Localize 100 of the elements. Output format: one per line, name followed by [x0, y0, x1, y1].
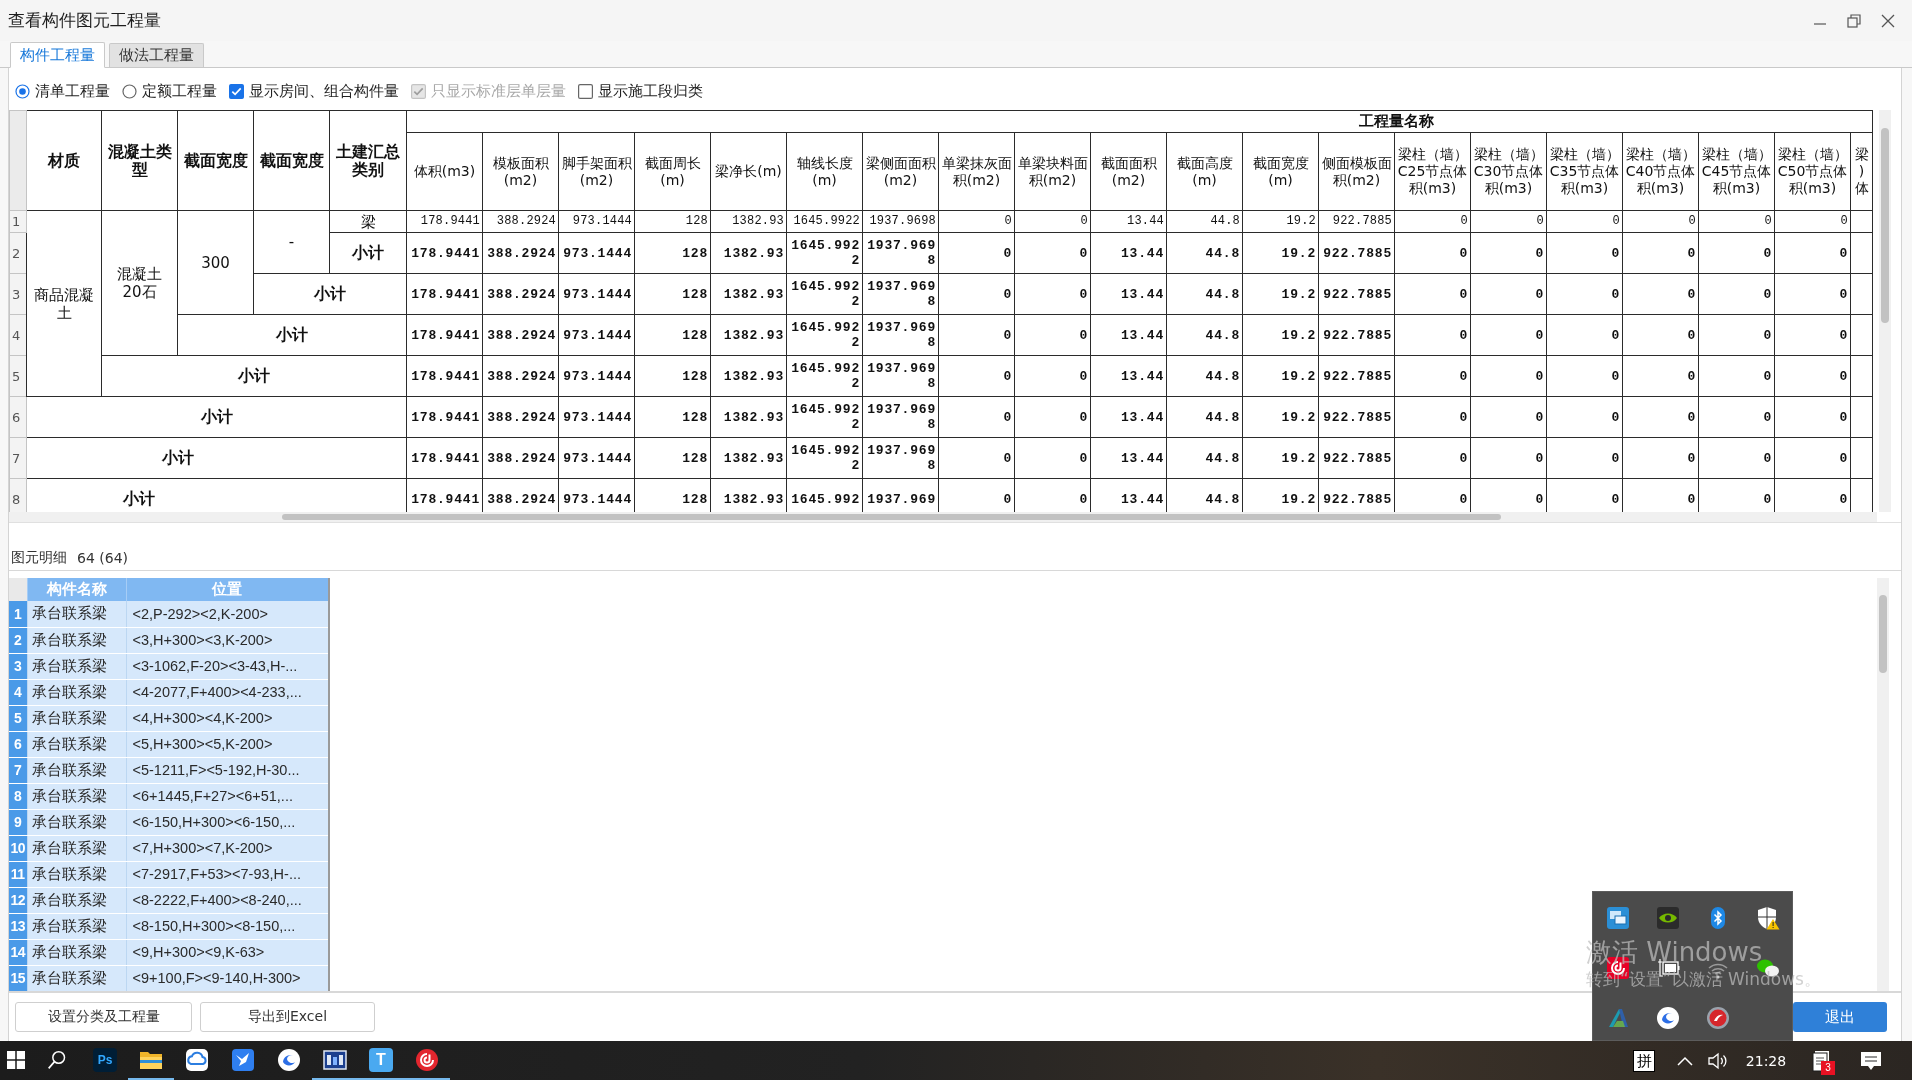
- table-cell: <9+100,F><9-140,H-300>: [126, 965, 328, 991]
- horizontal-scrollbar[interactable]: [9, 512, 1877, 522]
- row-number: 3: [9, 653, 27, 679]
- crescent-icon: [277, 1047, 301, 1072]
- vertical-scrollbar[interactable]: [1877, 578, 1889, 991]
- table-cell: 128: [634, 437, 711, 479]
- table-cell: 44.8: [1166, 396, 1243, 438]
- table-cell: 承台联系梁: [27, 965, 126, 991]
- row-number: 3: [9, 273, 27, 315]
- start-icon[interactable]: [7, 1050, 25, 1069]
- triangle-icon[interactable]: [1606, 1006, 1630, 1030]
- restore-icon[interactable]: [1847, 13, 1861, 28]
- table-cell: 0: [1470, 437, 1547, 479]
- table-row[interactable]: 2 承台联系梁 <3,H+300><3,K-200>: [9, 627, 328, 653]
- table-cell: 128: [634, 232, 711, 274]
- table-row[interactable]: 10 承台联系梁 <7,H+300><7,K-200>: [9, 835, 328, 861]
- bird-icon: [231, 1047, 255, 1072]
- input-method-button[interactable]: 拼: [1633, 1049, 1655, 1072]
- table-row[interactable]: 12 承台联系梁 <8-2222,F+400><8-240,...: [9, 887, 328, 913]
- row-number: 8: [9, 478, 27, 512]
- tab[interactable]: 构件工程量: [10, 42, 105, 68]
- table-cell: <4,H+300><4,K-200>: [126, 705, 328, 731]
- table-cell: 0: [1622, 314, 1699, 356]
- column-header: 材质: [26, 110, 102, 211]
- table-cell: 1937.9698: [862, 355, 939, 397]
- column-header: 梁侧面面积(m2): [862, 132, 939, 211]
- table-cell: 承台联系梁: [27, 731, 126, 757]
- table-row[interactable]: 7 承台联系梁 <5-1211,F><5-192,H-30...: [9, 757, 328, 783]
- table-row[interactable]: 1 承台联系梁 <2,P-292><2,K-200>: [9, 601, 328, 627]
- column-header: 梁净长(m): [710, 132, 787, 211]
- app-tile: T: [369, 1047, 393, 1072]
- column-group-header: 工程量名称: [406, 110, 1873, 133]
- scrollbar-thumb[interactable]: [282, 514, 1501, 520]
- radio-label: 定额工程量: [142, 81, 217, 101]
- table-cell: 178.9441: [406, 355, 483, 397]
- crescent-icon[interactable]: [1656, 1006, 1680, 1030]
- clock[interactable]: 21:28: [1737, 1041, 1795, 1080]
- footer-button[interactable]: 设置分类及工程量: [15, 1002, 192, 1032]
- window-title: 查看构件图元工程量: [8, 9, 161, 32]
- search-icon[interactable]: [47, 1049, 67, 1070]
- table-row[interactable]: 8 承台联系梁 <6+1445,F+27><6+51,...: [9, 783, 328, 809]
- checkbox[interactable]: [578, 83, 593, 99]
- tab[interactable]: 做法工程量: [109, 43, 204, 67]
- table-row[interactable]: 13 承台联系梁 <8-150,H+300><8-150,...: [9, 913, 328, 939]
- table-row[interactable]: 14 承台联系梁 <9,H+300><9,K-63>: [9, 939, 328, 965]
- scrollbar-thumb[interactable]: [1879, 595, 1887, 673]
- column-header: 构件名称: [27, 578, 126, 601]
- column-header: 梁 ) 体: [1850, 132, 1873, 211]
- table-cell: 0: [1546, 396, 1623, 438]
- radio-label: 清单工程量: [35, 81, 110, 101]
- notes-button[interactable]: 3: [1799, 1041, 1843, 1080]
- overlapping-windows-icon[interactable]: [1606, 906, 1630, 930]
- table-cell: 混凝土20石: [101, 210, 178, 356]
- table-cell: 小计: [26, 437, 407, 479]
- table-cell: 1382.93: [710, 210, 787, 233]
- table-row[interactable]: 11 承台联系梁 <7-2917,F+53><7-93,H-...: [9, 861, 328, 887]
- exit-button[interactable]: 退出: [1793, 1002, 1887, 1032]
- table-cell: 44.8: [1166, 210, 1243, 233]
- table-row[interactable]: 15 承台联系梁 <9+100,F><9-140,H-300>: [9, 965, 328, 991]
- checkbox-label: 只显示标准层单层量: [431, 81, 566, 101]
- table-cell: 973.1444: [558, 437, 635, 479]
- vertical-scrollbar[interactable]: [1879, 110, 1891, 512]
- table-cell: 0: [1014, 314, 1091, 356]
- table-row[interactable]: 4 承台联系梁 <4-2077,F+400><4-233,...: [9, 679, 328, 705]
- table-cell: 承台联系梁: [27, 705, 126, 731]
- table-row[interactable]: 9 承台联系梁 <6-150,H+300><6-150,...: [9, 809, 328, 835]
- radio-button[interactable]: [15, 83, 30, 99]
- table-cell: 973.1444: [558, 355, 635, 397]
- radio-button[interactable]: [122, 83, 137, 99]
- row-number: 7: [9, 757, 27, 783]
- eye-icon[interactable]: [1656, 906, 1680, 930]
- table-row[interactable]: 3 承台联系梁 <3-1062,F-20><3-43,H-...: [9, 653, 328, 679]
- column-header: 截面高度(m): [1166, 132, 1243, 211]
- round-badge-icon[interactable]: [1706, 1006, 1730, 1030]
- table-cell: 13.44: [1090, 396, 1167, 438]
- table-cell: 承台联系梁: [27, 939, 126, 965]
- table-row[interactable]: 5 承台联系梁 <4,H+300><4,K-200>: [9, 705, 328, 731]
- table-cell: 178.9441: [406, 210, 483, 233]
- checkbox[interactable]: [229, 83, 244, 99]
- row-number: 1: [9, 210, 27, 233]
- table-row[interactable]: 6 承台联系梁 <5,H+300><5,K-200>: [9, 731, 328, 757]
- column-header: 轴线长度(m): [786, 132, 863, 211]
- table-cell: 388.2924: [482, 210, 559, 233]
- table-cell: 0: [1546, 232, 1623, 274]
- row-number: 8: [9, 783, 27, 809]
- shield-warning-icon[interactable]: [1756, 906, 1780, 930]
- table-cell: 13.44: [1090, 355, 1167, 397]
- column-header: 梁柱（墙）C40节点体积(m3): [1622, 132, 1699, 211]
- table-cell: 1937.9698: [862, 210, 939, 233]
- table-cell: 0: [938, 437, 1015, 479]
- close-icon[interactable]: [1881, 13, 1895, 28]
- speaker-icon: [1708, 1051, 1728, 1070]
- table-cell: 0: [1014, 437, 1091, 479]
- scrollbar-thumb[interactable]: [1881, 128, 1889, 323]
- table-cell: 0: [1698, 355, 1775, 397]
- taskbar-button[interactable]: Ps: [82, 1041, 128, 1080]
- table-cell: 0: [1622, 210, 1699, 233]
- table-cell: 19.2: [1242, 355, 1319, 397]
- table-cell: 178.9441: [406, 232, 483, 274]
- footer-button[interactable]: 导出到Excel: [200, 1002, 375, 1032]
